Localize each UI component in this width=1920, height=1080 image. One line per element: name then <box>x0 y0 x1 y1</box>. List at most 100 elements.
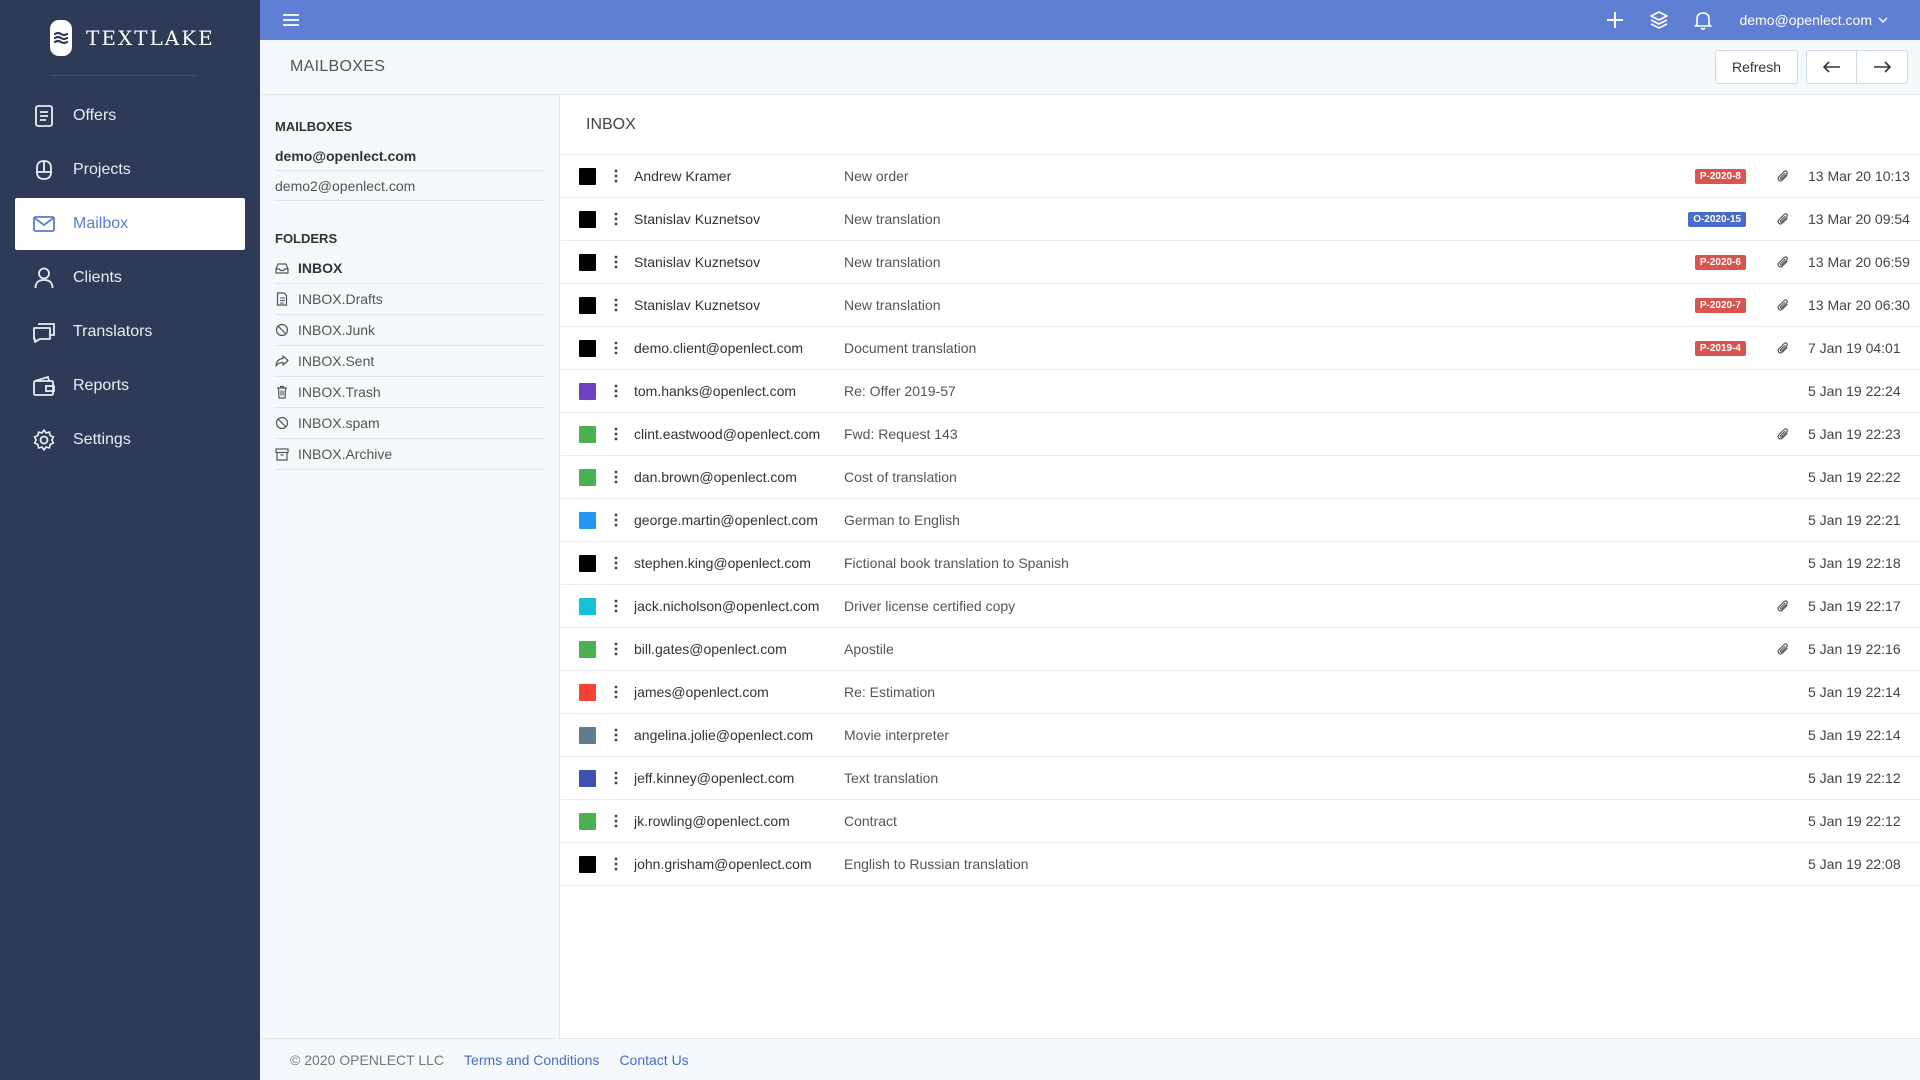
color-tag[interactable] <box>579 210 596 228</box>
more-vertical-icon[interactable] <box>606 384 626 398</box>
more-vertical-icon[interactable] <box>606 513 626 527</box>
bell-icon[interactable] <box>1689 6 1717 34</box>
more-vertical-icon[interactable] <box>606 556 626 570</box>
mailbox-item[interactable]: demo2@openlect.com <box>275 171 544 201</box>
folder-item-sent[interactable]: INBOX.Sent <box>275 346 544 377</box>
color-tag[interactable] <box>579 683 596 701</box>
layers-icon[interactable] <box>1645 6 1673 34</box>
color-tag[interactable] <box>579 726 596 744</box>
message-date: 5 Jan 19 22:08 <box>1808 856 1901 872</box>
message-sender: dan.brown@openlect.com <box>634 469 797 485</box>
message-row[interactable]: tom.hanks@openlect.com Re: Offer 2019-57 5… <box>561 370 1920 413</box>
forward-button[interactable] <box>1857 50 1908 84</box>
more-vertical-icon[interactable] <box>606 642 626 656</box>
message-row[interactable]: clint.eastwood@openlect.com Fwd: Request … <box>561 413 1920 456</box>
message-row[interactable]: jk.rowling@openlect.com Contract 5 Jan 19 … <box>561 800 1920 843</box>
message-row[interactable]: john.grisham@openlect.com English to Russ… <box>561 843 1920 886</box>
message-row[interactable]: bill.gates@openlect.com Apostile 5 Jan 19 … <box>561 628 1920 671</box>
message-row[interactable]: stephen.king@openlect.com Fictional book … <box>561 542 1920 585</box>
message-row[interactable]: Stanislav Kuznetsov New translation P-2020… <box>561 284 1920 327</box>
message-row[interactable]: Stanislav Kuznetsov New translation P-2020… <box>561 241 1920 284</box>
message-row[interactable]: jeff.kinney@openlect.com Text translation… <box>561 757 1920 800</box>
color-tag[interactable] <box>579 296 596 314</box>
message-sender: john.grisham@openlect.com <box>634 856 812 872</box>
color-tag[interactable] <box>579 339 596 357</box>
message-row[interactable]: george.martin@openlect.com German to Engl… <box>561 499 1920 542</box>
message-subject: Cost of translation <box>844 469 957 485</box>
user-menu[interactable]: demo@openlect.com <box>1739 12 1888 28</box>
inbox: INBOX Andrew Kramer New order P-2020-8 13 M… <box>561 95 1920 1038</box>
page-header: MAILBOXES Refresh <box>260 40 1920 95</box>
color-tag[interactable] <box>579 812 596 830</box>
message-date: 5 Jan 19 22:21 <box>1808 512 1901 528</box>
more-vertical-icon[interactable] <box>606 771 626 785</box>
more-vertical-icon[interactable] <box>606 212 626 226</box>
color-tag[interactable] <box>579 855 596 873</box>
message-row[interactable]: dan.brown@openlect.com Cost of translatio… <box>561 456 1920 499</box>
paperclip-icon <box>1777 427 1789 441</box>
nav-label: Clients <box>73 269 122 286</box>
color-tag[interactable] <box>579 769 596 787</box>
project-badge[interactable]: O-2020-15 <box>1688 211 1746 227</box>
message-row[interactable]: james@openlect.com Re: Estimation 5 Jan 19… <box>561 671 1920 714</box>
message-subject: Apostile <box>844 641 894 657</box>
menu-icon[interactable] <box>280 9 302 31</box>
color-tag[interactable] <box>579 253 596 271</box>
logo-icon[interactable] <box>50 19 72 56</box>
folder-item-archive[interactable]: INBOX.Archive <box>275 439 544 470</box>
more-vertical-icon[interactable] <box>606 599 626 613</box>
nav-label: Offers <box>73 107 117 124</box>
nav-item-projects[interactable]: Projects <box>15 144 245 196</box>
arrow-right-icon <box>1874 61 1891 73</box>
more-vertical-icon[interactable] <box>606 341 626 355</box>
nav-item-translators[interactable]: Translators <box>15 306 245 358</box>
terms-link[interactable]: Terms and Conditions <box>464 1052 599 1068</box>
message-row[interactable]: jack.nicholson@openlect.com Driver licens… <box>561 585 1920 628</box>
more-vertical-icon[interactable] <box>606 814 626 828</box>
folder-item-inbox[interactable]: INBOX <box>275 253 544 284</box>
mailbox-item[interactable]: demo@openlect.com <box>275 141 544 171</box>
more-vertical-icon[interactable] <box>606 298 626 312</box>
folder-item-drafts[interactable]: INBOX.Drafts <box>275 284 544 315</box>
message-row[interactable]: Stanislav Kuznetsov New translation O-2020… <box>561 198 1920 241</box>
color-tag[interactable] <box>579 640 596 658</box>
nav-item-reports[interactable]: Reports <box>15 360 245 412</box>
color-tag[interactable] <box>579 554 596 572</box>
more-vertical-icon[interactable] <box>606 685 626 699</box>
color-tag[interactable] <box>579 511 596 529</box>
message-row[interactable]: Andrew Kramer New order P-2020-8 13 Mar 20 … <box>561 155 1920 198</box>
folder-item-junk[interactable]: INBOX.Junk <box>275 315 544 346</box>
color-tag[interactable] <box>579 382 596 400</box>
refresh-button[interactable]: Refresh <box>1715 50 1798 84</box>
nav-item-mailbox[interactable]: Mailbox <box>15 198 245 250</box>
plus-icon[interactable] <box>1601 6 1629 34</box>
color-tag[interactable] <box>579 425 596 443</box>
more-vertical-icon[interactable] <box>606 169 626 183</box>
nav-item-settings[interactable]: Settings <box>15 414 245 466</box>
nav-item-clients[interactable]: Clients <box>15 252 245 304</box>
more-vertical-icon[interactable] <box>606 857 626 871</box>
more-vertical-icon[interactable] <box>606 255 626 269</box>
project-badge[interactable]: P-2020-8 <box>1694 168 1746 184</box>
message-row[interactable]: demo.client@openlect.com Document transla… <box>561 327 1920 370</box>
message-date: 13 Mar 20 09:54 <box>1808 211 1910 227</box>
mailbox-list: demo@openlect.com demo2@openlect.com <box>275 141 544 201</box>
message-row[interactable]: angelina.jolie@openlect.com Movie interpr… <box>561 714 1920 757</box>
folder-label: INBOX.Archive <box>298 446 393 462</box>
color-tag[interactable] <box>579 597 596 615</box>
contact-link[interactable]: Contact Us <box>619 1052 688 1068</box>
copyright: © 2020 OPENLECT LLC <box>290 1051 445 1068</box>
color-tag[interactable] <box>579 167 596 185</box>
project-badge[interactable]: P-2020-7 <box>1694 297 1746 313</box>
folder-item-trash[interactable]: INBOX.Trash <box>275 377 544 408</box>
more-vertical-icon[interactable] <box>606 427 626 441</box>
back-button[interactable] <box>1806 50 1857 84</box>
message-sender: demo.client@openlect.com <box>634 340 804 356</box>
folder-item-spam[interactable]: INBOX.spam <box>275 408 544 439</box>
more-vertical-icon[interactable] <box>606 728 626 742</box>
project-badge[interactable]: P-2020-6 <box>1694 254 1746 270</box>
nav-item-offers[interactable]: Offers <box>15 90 245 142</box>
project-badge[interactable]: P-2019-4 <box>1694 340 1746 356</box>
color-tag[interactable] <box>579 468 596 486</box>
more-vertical-icon[interactable] <box>606 470 626 484</box>
